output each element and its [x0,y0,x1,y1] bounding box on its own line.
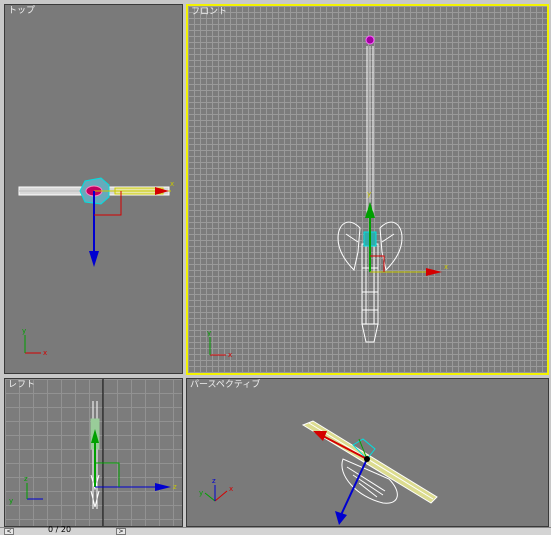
gizmo-x-arrow-front [426,268,442,276]
svg-text:z: z [212,477,216,485]
viewport-perspective[interactable]: パースペクティブ x y z [186,378,549,527]
axis-tripod-perspective: x y z [199,477,233,502]
viewport-left-canvas: z z y [9,379,177,526]
axis-tripod-top: x y [22,327,47,357]
svg-text:y: y [9,497,13,505]
svg-text:x: x [43,349,47,357]
svg-text:x: x [444,263,448,271]
axis-tripod-front: x y [207,329,232,359]
gizmo-z-arrow-top [89,251,99,267]
gizmo-y-axis-persp [320,434,368,460]
gizmo-x-arrow-persp [313,431,327,441]
viewport-front[interactable]: フロント y x x y [186,4,549,375]
svg-text:x: x [228,351,232,359]
svg-text:x: x [170,180,174,188]
svg-text:x: x [229,485,233,493]
svg-text:z: z [24,475,28,483]
axis-tripod-left: z y [9,475,43,505]
viewport-perspective-canvas: x y z [199,420,438,525]
svg-text:y: y [207,329,211,337]
viewport-top[interactable]: トップ x x y [4,4,183,374]
svg-text:y: y [22,327,26,335]
svg-text:z: z [173,483,177,491]
viewport-left[interactable]: レフト z z y [4,378,183,527]
viewport-top-canvas: x x y [18,177,174,357]
svg-text:y: y [367,190,371,198]
gizmo-z-arrow-left [155,483,171,491]
pommel-gem-front [365,35,375,45]
viewport-front-canvas: y x x y [207,35,448,359]
frame-counter: 0 / 20 [48,525,72,534]
svg-text:y: y [199,489,203,497]
gizmo-z-arrow-persp [335,511,347,525]
gizmo-z-axis-persp [340,458,368,516]
